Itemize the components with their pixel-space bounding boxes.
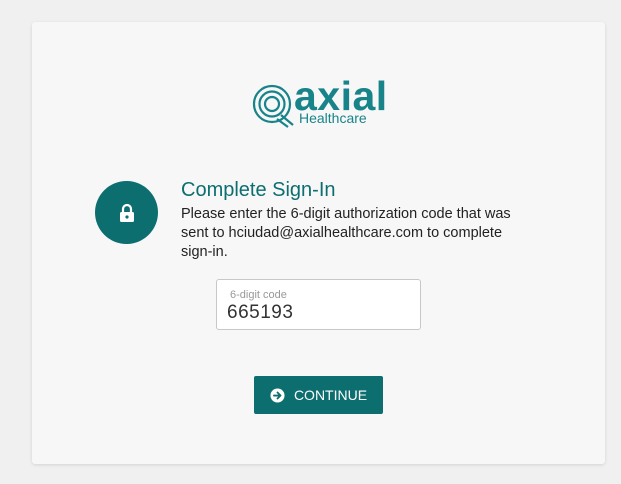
lock-badge (95, 181, 158, 244)
signin-card: axial Healthcare Complete Sign-In Please… (32, 22, 605, 464)
continue-button[interactable]: CONTINUE (254, 376, 383, 414)
logo-swirl-icon (252, 84, 294, 128)
code-field[interactable]: 6-digit code (216, 279, 421, 330)
arrow-circle-right-icon (270, 387, 285, 403)
axial-healthcare-logo: axial Healthcare (251, 76, 391, 130)
page-title: Complete Sign-In (181, 179, 336, 201)
lock-icon (119, 203, 134, 222)
logo-subtitle: Healthcare (299, 110, 367, 126)
continue-button-label: CONTINUE (293, 387, 368, 403)
signin-instructions: Please enter the 6-digit authorization c… (181, 206, 511, 260)
code-field-label: 6-digit code (230, 289, 287, 301)
code-input[interactable] (227, 301, 412, 325)
